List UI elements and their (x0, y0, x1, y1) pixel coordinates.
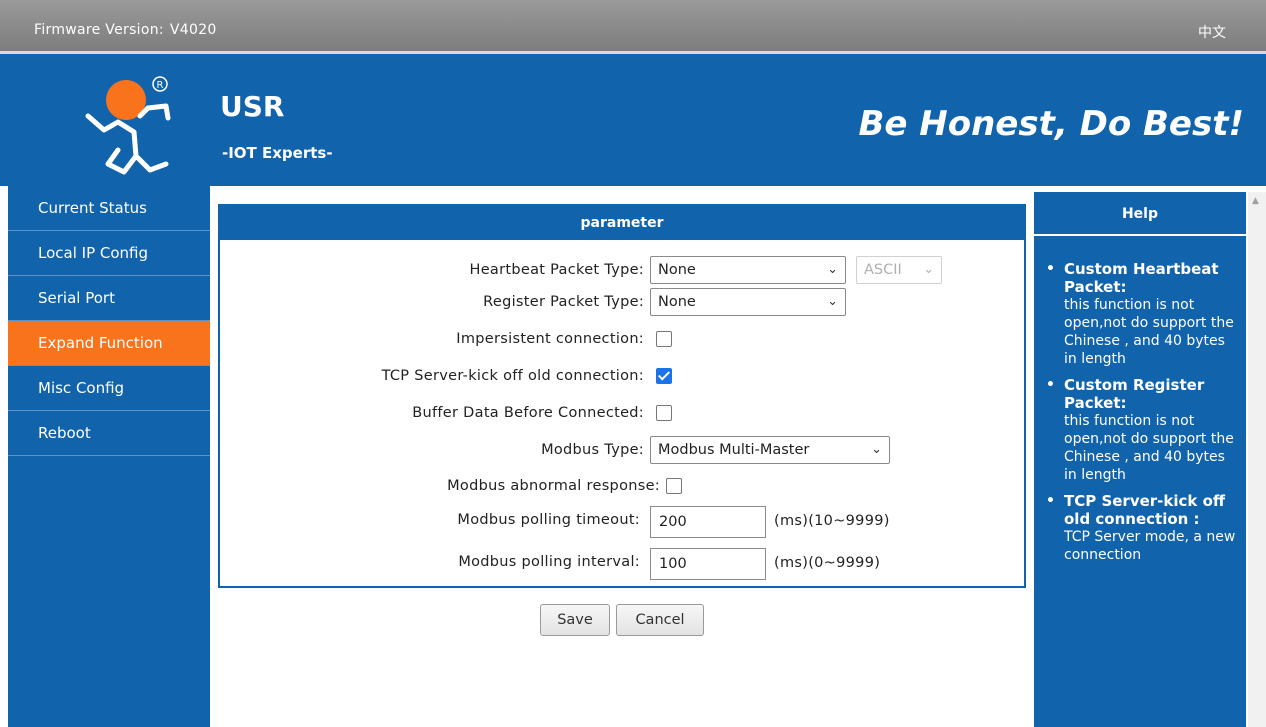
sidebar-item-reboot[interactable]: Reboot (8, 411, 210, 456)
language-switch-link[interactable]: 中文 (1198, 22, 1226, 42)
register-row: Register Packet Type: None ⌄ (220, 288, 1024, 318)
sidebar-item-expand-function[interactable]: Expand Function (8, 321, 210, 366)
sidebar-item-misc-config[interactable]: Misc Config (8, 366, 210, 411)
help-item-text: this function is not open,not do support… (1064, 413, 1234, 483)
sidebar-item-local-ip-config[interactable]: Local IP Config (8, 231, 210, 276)
modbus-type-value: Modbus Multi-Master (658, 442, 810, 458)
impersistent-label: Impersistent connection: (456, 331, 644, 347)
modbus-type-select[interactable]: Modbus Multi-Master ⌄ (650, 436, 890, 464)
usr-logo-icon: R (85, 76, 171, 175)
buffer-checkbox[interactable] (656, 405, 672, 421)
register-label: Register Packet Type: (483, 294, 644, 310)
help-item-text: this function is not open,not do support… (1064, 297, 1234, 367)
svg-text:R: R (157, 80, 164, 91)
help-item-heading: TCP Server-kick off old connection : (1064, 492, 1226, 528)
brand-name: USR (220, 90, 285, 123)
modbus-abnormal-label: Modbus abnormal response: (447, 478, 660, 494)
brand-tagline: -IOT Experts- (222, 144, 333, 162)
header-banner: R USR -IOT Experts- Be Honest, Do Best! (0, 54, 1266, 186)
modbus-abnormal-checkbox[interactable] (666, 478, 682, 494)
help-item-heading: Custom Register Packet: (1064, 376, 1205, 412)
help-item-heading: Custom Heartbeat Packet: (1064, 260, 1219, 296)
help-body: Custom Heartbeat Packet: this function i… (1034, 236, 1246, 564)
parameter-panel: parameter Heartbeat Packet Type: None ⌄ … (218, 204, 1026, 588)
modbus-abnormal-row: Modbus abnormal response: (220, 472, 1024, 502)
polling-timeout-input[interactable]: 200 (650, 506, 766, 538)
kickoff-checkbox[interactable] (656, 368, 672, 384)
save-button[interactable]: Save (540, 604, 610, 636)
sidebar-item-current-status[interactable]: Current Status (8, 186, 210, 231)
help-item-text: TCP Server mode, a new connection (1064, 529, 1236, 563)
polling-timeout-row: Modbus polling timeout: 200 (ms)(10~9999… (220, 506, 1024, 538)
help-title: Help (1034, 192, 1246, 236)
polling-interval-input[interactable]: 100 (650, 548, 766, 580)
modbus-type-label: Modbus Type: (541, 442, 644, 458)
register-type-select[interactable]: None ⌄ (650, 288, 846, 316)
help-item: Custom Register Packet: this function is… (1042, 376, 1236, 484)
panel-title: parameter (220, 206, 1024, 240)
polling-timeout-unit: (ms)(10~9999) (774, 513, 890, 529)
top-bar: Firmware Version: V4020 中文 (0, 0, 1266, 54)
firmware-version: V4020 (169, 22, 217, 38)
heartbeat-format-value: ASCII (864, 262, 902, 278)
impersistent-checkbox[interactable] (656, 331, 672, 347)
help-panel: Help Custom Heartbeat Packet: this funct… (1034, 192, 1246, 727)
chevron-down-icon: ⌄ (827, 262, 838, 277)
cancel-button[interactable]: Cancel (616, 604, 704, 636)
buffer-row: Buffer Data Before Connected: (220, 399, 1024, 429)
register-type-value: None (658, 294, 696, 310)
chevron-down-icon: ⌄ (827, 294, 838, 309)
sidebar-nav: Current Status Local IP Config Serial Po… (8, 186, 210, 727)
chevron-down-icon: ⌄ (923, 262, 934, 277)
heartbeat-type-select[interactable]: None ⌄ (650, 256, 846, 284)
help-item: Custom Heartbeat Packet: this function i… (1042, 260, 1236, 368)
polling-interval-unit: (ms)(0~9999) (774, 555, 881, 571)
polling-interval-label: Modbus polling interval: (458, 554, 640, 570)
slogan: Be Honest, Do Best! (858, 104, 1244, 144)
impersistent-row: Impersistent connection: (220, 325, 1024, 355)
kickoff-label: TCP Server-kick off old connection: (381, 368, 644, 384)
kickoff-row: TCP Server-kick off old connection: (220, 362, 1024, 392)
help-scrollbar[interactable]: ▲ (1248, 192, 1266, 727)
scroll-up-icon[interactable]: ▲ (1252, 196, 1259, 206)
modbus-type-row: Modbus Type: Modbus Multi-Master ⌄ (220, 436, 1024, 466)
firmware-info: Firmware Version: V4020 (34, 22, 217, 38)
help-item: TCP Server-kick off old connection : TCP… (1042, 492, 1236, 564)
polling-interval-row: Modbus polling interval: 100 (ms)(0~9999… (220, 548, 1024, 580)
heartbeat-label: Heartbeat Packet Type: (469, 262, 644, 278)
sidebar-item-serial-port[interactable]: Serial Port (8, 276, 210, 321)
chevron-down-icon: ⌄ (871, 442, 882, 457)
polling-timeout-label: Modbus polling timeout: (457, 512, 640, 528)
firmware-label: Firmware Version: (34, 22, 164, 38)
heartbeat-row: Heartbeat Packet Type: None ⌄ ASCII ⌄ (220, 256, 1024, 286)
buffer-label: Buffer Data Before Connected: (412, 405, 644, 421)
heartbeat-type-value: None (658, 262, 696, 278)
heartbeat-format-select: ASCII ⌄ (856, 256, 942, 284)
